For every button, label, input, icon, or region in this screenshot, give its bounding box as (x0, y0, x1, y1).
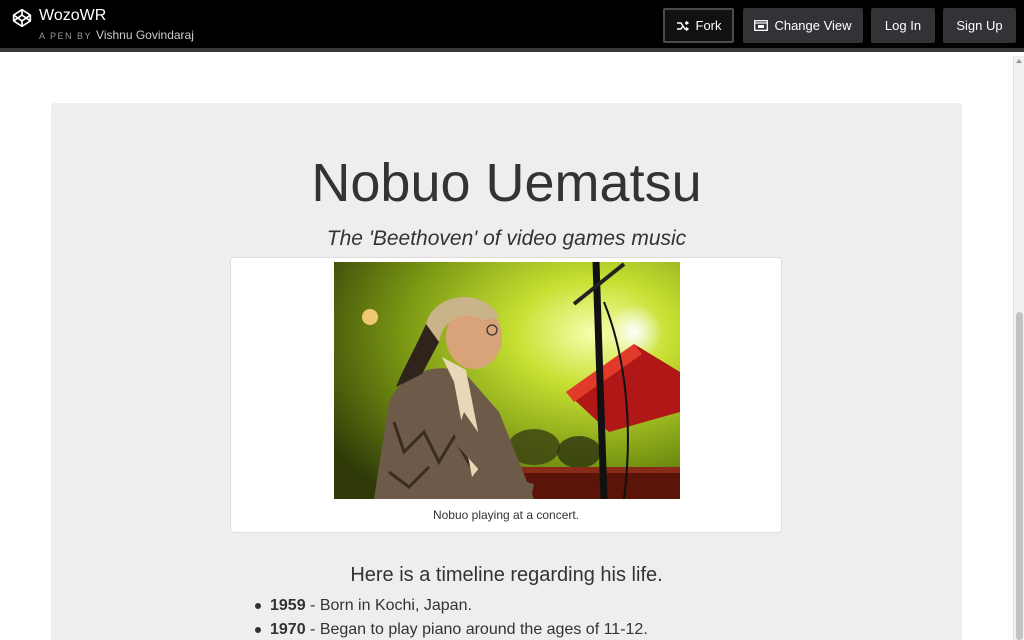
list-item: 1970 - Began to play piano around the ag… (255, 620, 648, 640)
scrollbar-thumb[interactable] (1016, 312, 1023, 640)
timeline-year: 1970 (270, 621, 306, 638)
vertical-scrollbar[interactable] (1013, 56, 1024, 640)
list-item: 1959 - Born in Kochi, Japan. (255, 596, 648, 620)
view-icon (754, 20, 769, 31)
signup-button[interactable]: Sign Up (943, 8, 1016, 43)
image-caption: Nobuo playing at a concert. (432, 508, 580, 522)
timeline-text: - Born in Kochi, Japan. (305, 597, 472, 614)
fork-label: Fork (695, 18, 722, 33)
login-button[interactable]: Log In (871, 8, 935, 43)
timeline-heading: Here is a timeline regarding his life. (350, 564, 663, 586)
timeline-year: 1959 (270, 597, 306, 614)
page-title: Nobuo Uematsu (311, 153, 702, 213)
pen-author: A PEN BY Vishnu Govindaraj (39, 28, 194, 42)
fork-icon (676, 20, 689, 31)
change-view-label: Change View (774, 18, 852, 33)
codepen-logo-icon[interactable] (11, 8, 33, 28)
change-view-button[interactable]: Change View (743, 8, 863, 43)
pen-by-label: A PEN BY (39, 31, 93, 41)
top-bar: WozoWR A PEN BY Vishnu Govindaraj Fork Ch… (0, 0, 1024, 52)
pen-title[interactable]: WozoWR (39, 7, 106, 25)
timeline-list: 1959 - Born in Kochi, Japan. 1970 - Bega… (255, 596, 648, 640)
timeline-text: - Began to play piano around the ages of… (305, 621, 648, 638)
scroll-up-arrow-icon[interactable] (1016, 59, 1022, 63)
image-thumbnail: Nobuo playing at a concert. (230, 257, 782, 533)
concert-photo (334, 262, 680, 499)
fork-button[interactable]: Fork (663, 8, 734, 43)
author-link[interactable]: Vishnu Govindaraj (96, 28, 194, 42)
page-subtitle: The 'Beethoven' of video games music (326, 227, 687, 250)
